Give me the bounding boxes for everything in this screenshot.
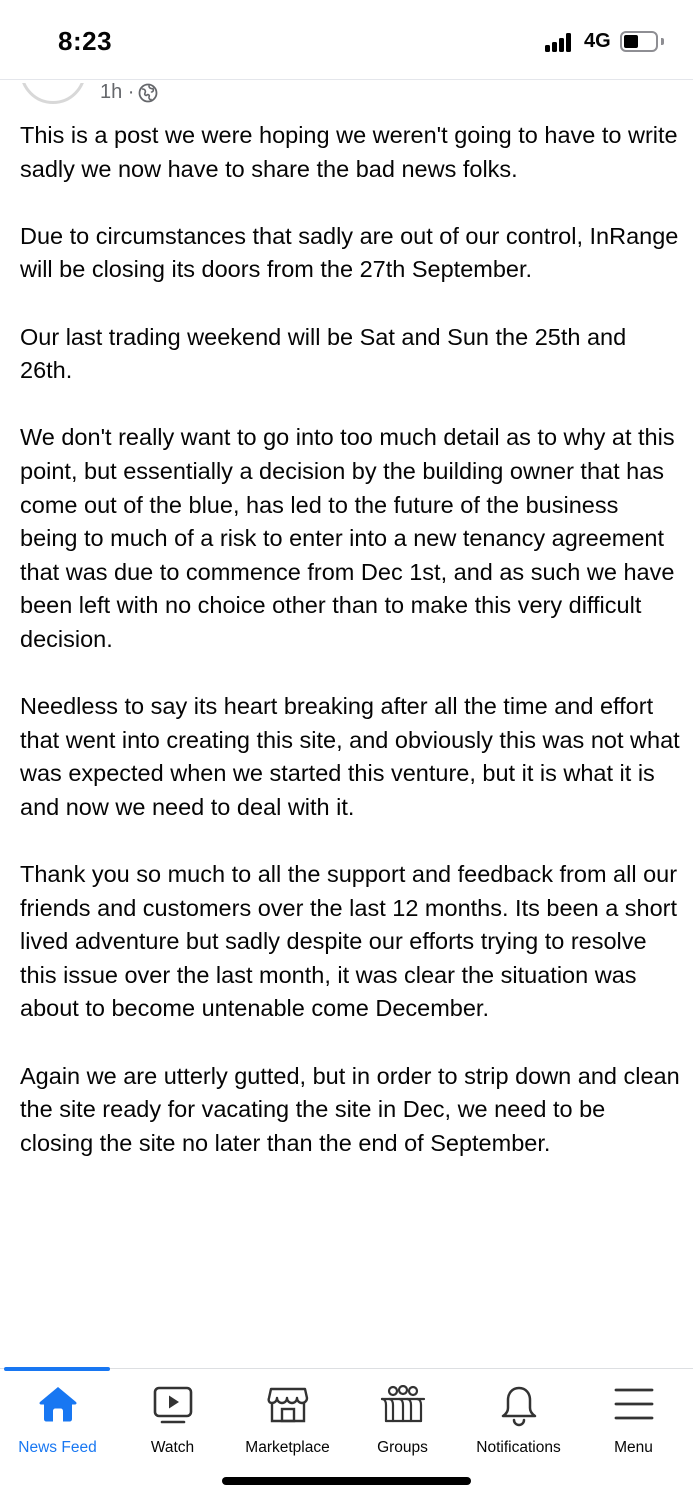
tab-label: News Feed xyxy=(18,1439,97,1456)
marketplace-icon xyxy=(266,1387,308,1423)
status-bar: 8:23 4G xyxy=(0,0,693,80)
post-text: This is a post we were hoping we weren't… xyxy=(20,119,680,1194)
bell-icon xyxy=(501,1386,536,1427)
home-indicator[interactable] xyxy=(222,1477,471,1485)
battery-cap xyxy=(661,38,664,45)
signal-strength-icon xyxy=(545,32,575,52)
menu-icon xyxy=(614,1388,653,1420)
watch-icon xyxy=(153,1386,192,1424)
network-type: 4G xyxy=(584,30,611,52)
post-meta: 1h · xyxy=(100,81,158,104)
tab-label: Groups xyxy=(377,1439,428,1456)
post-paragraph: This is a post we were hoping we weren't… xyxy=(20,122,678,182)
tab-news-feed[interactable]: News Feed xyxy=(0,1369,115,1461)
post-paragraph: Again we are utterly gutted, but in orde… xyxy=(20,1062,680,1156)
status-time: 8:23 xyxy=(58,26,113,56)
tab-label: Marketplace xyxy=(245,1439,330,1456)
post-paragraph: Needless to say its heart breaking after… xyxy=(20,693,680,820)
tab-label: Notifications xyxy=(476,1439,561,1456)
tab-watch[interactable]: Watch xyxy=(115,1369,230,1461)
post-paragraph: Thank you so much to all the support and… xyxy=(20,861,678,1022)
post-timestamp[interactable]: 1h · xyxy=(100,81,134,104)
tab-label: Menu xyxy=(614,1439,653,1456)
tab-label: Watch xyxy=(150,1439,195,1456)
globe-icon xyxy=(139,83,158,102)
battery-icon xyxy=(620,31,658,52)
post-paragraph: Due to circumstances that sadly are out … xyxy=(20,222,679,283)
post-paragraph: We don't really want to go into too much… xyxy=(20,424,675,652)
tab-marketplace[interactable]: Marketplace xyxy=(230,1369,345,1461)
post-paragraph: Our last trading weekend will be Sat and… xyxy=(20,323,627,384)
groups-icon xyxy=(380,1385,425,1423)
home-icon xyxy=(38,1387,77,1422)
tab-menu[interactable]: Menu xyxy=(576,1369,691,1461)
tab-groups[interactable]: Groups xyxy=(345,1369,460,1461)
tab-notifications[interactable]: Notifications xyxy=(461,1369,576,1461)
